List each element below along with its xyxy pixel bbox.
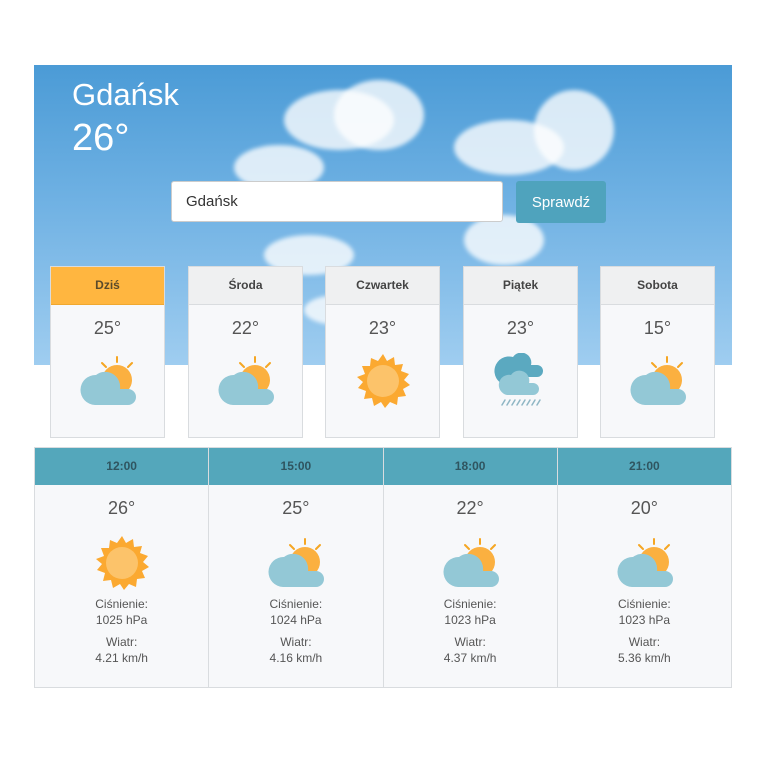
pressure-label: Ciśnienie: bbox=[443, 597, 497, 611]
wind-value: 5.36 km/h bbox=[618, 651, 671, 665]
hour-details: Ciśnienie: 1023 hPa Wiatr: 5.36 km/h bbox=[558, 596, 731, 666]
hour-column: 12:00 26° Ciśnienie: 1025 hPa Wiatr: 4.2… bbox=[35, 448, 210, 687]
rain-clouds-icon bbox=[494, 353, 543, 406]
partly-cloudy-icon bbox=[442, 538, 499, 587]
day-label: Dziś bbox=[51, 267, 164, 305]
hour-time: 21:00 bbox=[557, 448, 731, 485]
wind-value: 4.16 km/h bbox=[269, 651, 323, 665]
day-label: Środa bbox=[189, 267, 302, 305]
pressure-value: 1025 hPa bbox=[95, 613, 148, 627]
cloud-decoration bbox=[334, 80, 424, 150]
partly-cloudy-icon bbox=[630, 356, 686, 405]
hour-time: 15:00 bbox=[209, 448, 383, 485]
sun-icon bbox=[96, 536, 149, 590]
sun-icon bbox=[357, 354, 410, 408]
day-card-thursday[interactable]: Czwartek 23° bbox=[325, 266, 440, 438]
day-temperature: 23° bbox=[368, 318, 397, 338]
hour-time: 12:00 bbox=[35, 448, 209, 485]
day-card-today[interactable]: Dziś 25° bbox=[50, 266, 165, 438]
hourly-forecast-table: 12:00 26° Ciśnienie: 1025 hPa Wiatr: 4.2… bbox=[34, 447, 732, 688]
city-search-input[interactable] bbox=[171, 181, 503, 222]
hour-temperature: 22° bbox=[456, 498, 484, 518]
pressure-value: 1023 hPa bbox=[618, 613, 671, 627]
partly-cloudy-icon bbox=[617, 538, 673, 587]
pressure-value: 1024 hPa bbox=[270, 613, 322, 627]
wind-value: 4.37 km/h bbox=[443, 651, 497, 665]
hour-time: 18:00 bbox=[383, 448, 557, 485]
pressure-label: Ciśnienie: bbox=[618, 597, 671, 611]
hour-temperature: 25° bbox=[282, 498, 310, 518]
day-temperature: 23° bbox=[506, 318, 535, 338]
hour-details: Ciśnienie: 1024 hPa Wiatr: 4.16 km/h bbox=[209, 596, 382, 666]
day-temperature: 15° bbox=[643, 318, 672, 338]
hour-column: 15:00 25° Ciśnienie: 1024 hPa Wiatr: 4.1… bbox=[209, 448, 384, 687]
pressure-label: Ciśnienie: bbox=[269, 597, 323, 611]
wind-label: Wiatr: bbox=[105, 635, 138, 649]
day-label: Piątek bbox=[464, 267, 577, 305]
pressure-label: Ciśnienie: bbox=[95, 597, 148, 611]
day-card-saturday[interactable]: Sobota 15° bbox=[600, 266, 715, 438]
current-temperature: 26° bbox=[72, 117, 130, 159]
hour-column: 21:00 20° Ciśnienie: 1023 hPa Wiatr: 5.3… bbox=[557, 448, 731, 687]
check-button[interactable]: Sprawdź bbox=[516, 181, 606, 223]
city-name: Gdańsk bbox=[72, 77, 179, 112]
day-temperature: 25° bbox=[93, 318, 122, 338]
wind-label: Wiatr: bbox=[280, 635, 312, 649]
hour-details: Ciśnienie: 1025 hPa Wiatr: 4.21 km/h bbox=[35, 596, 208, 666]
wind-value: 4.21 km/h bbox=[95, 651, 148, 665]
day-card-friday[interactable]: Piątek 23° bbox=[463, 266, 578, 438]
day-label: Sobota bbox=[601, 267, 714, 305]
wind-label: Wiatr: bbox=[454, 635, 486, 649]
partly-cloudy-icon bbox=[268, 538, 325, 587]
partly-cloudy-icon bbox=[80, 356, 136, 405]
day-label: Czwartek bbox=[326, 267, 439, 305]
day-card-wednesday[interactable]: Środa 22° bbox=[188, 266, 303, 438]
partly-cloudy-icon bbox=[218, 356, 274, 405]
hour-temperature: 26° bbox=[108, 498, 136, 518]
pressure-value: 1023 hPa bbox=[444, 613, 496, 627]
day-temperature: 22° bbox=[231, 318, 260, 338]
cloud-decoration bbox=[534, 90, 614, 170]
wind-label: Wiatr: bbox=[628, 635, 661, 649]
hour-details: Ciśnienie: 1023 hPa Wiatr: 4.37 km/h bbox=[384, 596, 557, 666]
hour-column: 18:00 22° Ciśnienie: 1023 hPa Wiatr: 4.3… bbox=[383, 448, 558, 687]
hour-temperature: 20° bbox=[630, 498, 658, 518]
